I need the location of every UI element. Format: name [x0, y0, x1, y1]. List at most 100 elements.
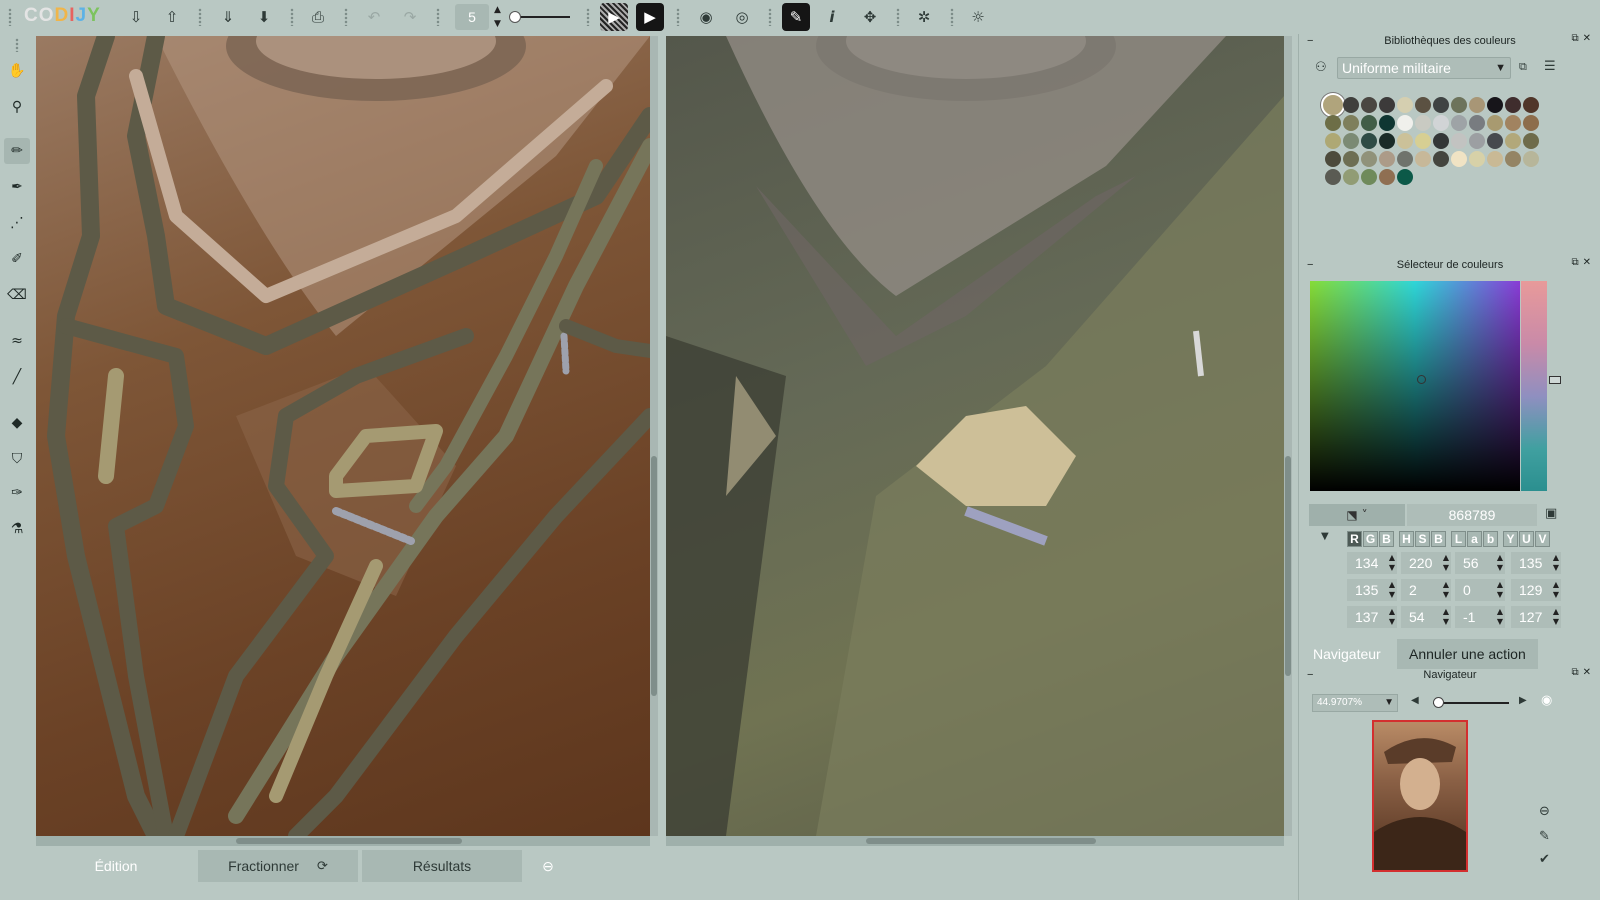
- color-swatch[interactable]: [1361, 151, 1377, 167]
- hex-input[interactable]: 868789: [1407, 504, 1537, 526]
- color-swatch[interactable]: [1343, 97, 1359, 113]
- color-value-spinbox[interactable]: 2 ▲ ▼: [1401, 579, 1451, 601]
- minimize-icon[interactable]: −: [1307, 258, 1313, 272]
- dotted-brush-icon[interactable]: ⋰: [4, 210, 30, 236]
- spinner-arrows-icon[interactable]: ▲ ▼: [1553, 607, 1559, 627]
- color-mode-button[interactable]: L: [1451, 531, 1466, 547]
- color-swatch[interactable]: [1451, 115, 1467, 131]
- mask-eye-icon[interactable]: ◎: [728, 3, 756, 31]
- color-swatch[interactable]: [1469, 97, 1485, 113]
- result-vertical-scrollbar[interactable]: [1284, 36, 1292, 836]
- color-mode-button[interactable]: Y: [1503, 531, 1518, 547]
- spinner-arrows-icon[interactable]: ▲ ▼: [1497, 607, 1503, 627]
- sync-icon[interactable]: ⟳: [317, 858, 328, 874]
- color-swatch[interactable]: [1523, 115, 1539, 131]
- color-swatch[interactable]: [1415, 133, 1431, 149]
- tools-grip[interactable]: [15, 38, 19, 52]
- spinner-arrows-icon[interactable]: ▲ ▼: [1389, 580, 1395, 600]
- color-value-spinbox[interactable]: 134 ▲ ▼: [1347, 552, 1397, 574]
- hue-handle[interactable]: [1549, 376, 1561, 384]
- eyedropper-icon[interactable]: ⚗: [4, 516, 30, 542]
- fill-tool-icon[interactable]: ◆: [4, 410, 30, 436]
- color-swatch[interactable]: [1433, 151, 1449, 167]
- edit-vertical-scrollbar[interactable]: [650, 36, 658, 836]
- scroll-thumb[interactable]: [651, 456, 657, 696]
- tab-results[interactable]: Résultats: [362, 850, 522, 882]
- color-swatch[interactable]: [1487, 115, 1503, 131]
- color-swatch[interactable]: [1397, 97, 1413, 113]
- zoom-slider[interactable]: [1433, 697, 1509, 708]
- zoom-tool-icon[interactable]: ⚲: [4, 94, 30, 120]
- picker-cursor[interactable]: [1417, 375, 1426, 384]
- color-swatch[interactable]: [1487, 133, 1503, 149]
- save-icon[interactable]: ⬇: [250, 3, 278, 31]
- import-icon[interactable]: ⇩: [122, 3, 150, 31]
- library-select[interactable]: Uniforme militaire ▼: [1337, 57, 1511, 79]
- color-swatch[interactable]: [1343, 133, 1359, 149]
- color-swatch[interactable]: [1523, 151, 1539, 167]
- color-swatch[interactable]: [1505, 115, 1521, 131]
- color-swatch[interactable]: [1325, 133, 1341, 149]
- color-swatch[interactable]: [1523, 97, 1539, 113]
- result-canvas[interactable]: [666, 36, 1284, 836]
- color-swatch[interactable]: [1321, 93, 1345, 117]
- brush-tool-icon[interactable]: ✐: [4, 246, 30, 272]
- toolbar-grip[interactable]: [8, 8, 12, 26]
- color-mode-button[interactable]: B: [1431, 531, 1446, 547]
- color-mode-button[interactable]: S: [1415, 531, 1430, 547]
- spinner-arrows-icon[interactable]: ▲ ▼: [1389, 553, 1395, 573]
- eye-icon[interactable]: ◉: [1541, 693, 1552, 708]
- info-icon[interactable]: i: [818, 3, 846, 31]
- brush-size-spinner[interactable]: ▲ ▼: [494, 3, 501, 31]
- color-swatch[interactable]: [1379, 115, 1395, 131]
- color-mode-button[interactable]: R: [1347, 531, 1362, 547]
- marker-tool-icon[interactable]: ✒: [4, 174, 30, 200]
- color-swatch[interactable]: [1433, 97, 1449, 113]
- color-value-spinbox[interactable]: 135 ▲ ▼: [1347, 579, 1397, 601]
- color-swatch[interactable]: [1343, 169, 1359, 185]
- redo-icon[interactable]: ↷: [396, 3, 424, 31]
- color-swatch[interactable]: [1415, 115, 1431, 131]
- brush-size-field[interactable]: 5: [455, 4, 489, 30]
- color-swatch[interactable]: [1415, 97, 1431, 113]
- eraser-tool-icon[interactable]: ⌫: [4, 282, 30, 308]
- pencil-icon[interactable]: ✎: [1539, 829, 1550, 844]
- spinner-arrows-icon[interactable]: ▲ ▼: [1443, 580, 1449, 600]
- color-swatch[interactable]: [1505, 97, 1521, 113]
- print-icon[interactable]: ⎙: [304, 3, 332, 31]
- color-value-spinbox[interactable]: 137 ▲ ▼: [1347, 606, 1397, 628]
- color-swatch[interactable]: [1397, 151, 1413, 167]
- pencil-tool-icon[interactable]: ✏: [4, 138, 30, 164]
- color-swatch[interactable]: [1469, 151, 1485, 167]
- eye-icon[interactable]: ◉: [692, 3, 720, 31]
- color-swatch[interactable]: [1397, 169, 1413, 185]
- minimize-icon[interactable]: −: [1307, 668, 1313, 682]
- color-swatch[interactable]: [1343, 151, 1359, 167]
- color-swatch[interactable]: [1433, 133, 1449, 149]
- panel-controls[interactable]: ⧉✕: [1571, 33, 1595, 44]
- color-swatch[interactable]: [1343, 115, 1359, 131]
- spinner-arrows-icon[interactable]: ▲ ▼: [1497, 553, 1503, 573]
- fullscreen-icon[interactable]: ✥: [856, 3, 884, 31]
- color-brush-icon[interactable]: ✑: [4, 480, 30, 506]
- spinner-arrows-icon[interactable]: ▲ ▼: [1443, 553, 1449, 573]
- spinner-arrows-icon[interactable]: ▲ ▼: [1553, 553, 1559, 573]
- color-swatch[interactable]: [1397, 133, 1413, 149]
- compare-icon[interactable]: ⊖: [1539, 804, 1550, 819]
- color-swatch[interactable]: [1487, 97, 1503, 113]
- line-tool-icon[interactable]: ╱: [4, 364, 30, 390]
- compare-icon[interactable]: ⊖: [530, 850, 566, 882]
- color-swatch[interactable]: [1433, 115, 1449, 131]
- spinner-arrows-icon[interactable]: ▲ ▼: [1497, 580, 1503, 600]
- navigator-thumbnail[interactable]: [1372, 720, 1468, 872]
- spinner-arrows-icon[interactable]: ▲ ▼: [1553, 580, 1559, 600]
- color-swatch[interactable]: [1505, 151, 1521, 167]
- saturation-value-square[interactable]: [1310, 281, 1520, 491]
- hand-tool-icon[interactable]: ✋: [4, 58, 30, 84]
- color-swatch[interactable]: [1379, 133, 1395, 149]
- color-value-spinbox[interactable]: -1 ▲ ▼: [1455, 606, 1505, 628]
- color-value-spinbox[interactable]: 56 ▲ ▼: [1455, 552, 1505, 574]
- bug-icon[interactable]: ☼: [964, 3, 992, 31]
- color-swatch[interactable]: [1361, 97, 1377, 113]
- color-swatch[interactable]: [1415, 151, 1431, 167]
